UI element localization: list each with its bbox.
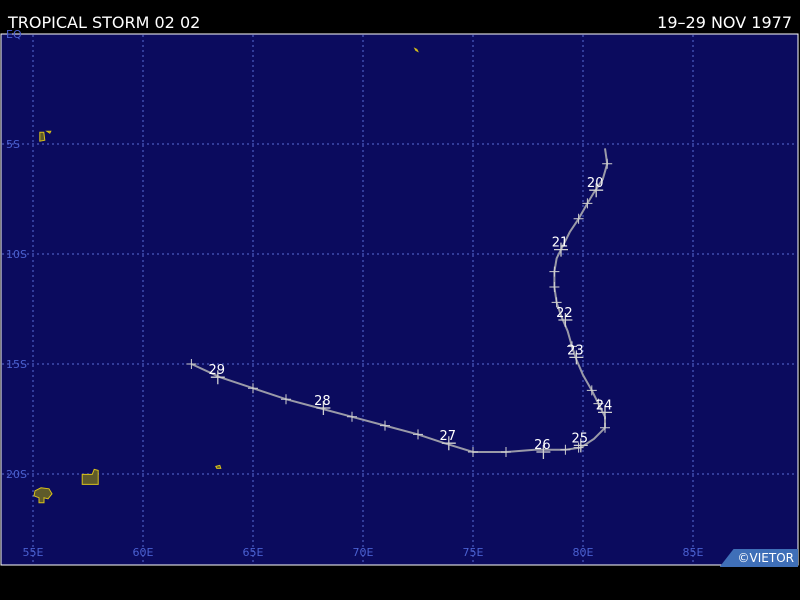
day-label: 24 <box>596 398 613 413</box>
day-label: 25 <box>572 431 589 446</box>
day-label: 22 <box>556 306 573 321</box>
lon-tick-label: 60E <box>133 546 154 559</box>
day-label: 29 <box>209 363 226 378</box>
track-map: 55E 60E 65E 70E 75E 80E 85E EQ 5S 10S 15S 20S 20 21 2… <box>0 28 799 566</box>
day-label: 28 <box>314 394 331 409</box>
lat-tick-label: 20S <box>6 468 27 481</box>
ocean <box>0 33 799 566</box>
lat-tick-label: 10S <box>6 248 27 261</box>
lon-tick-label: 65E <box>243 546 264 559</box>
day-label: 27 <box>440 429 457 444</box>
day-label: 23 <box>567 343 584 358</box>
lon-tick-label: 70E <box>353 546 374 559</box>
lat-tick-label: 15S <box>6 358 27 371</box>
lat-tick-label: EQ <box>6 28 22 41</box>
lon-tick-label: 80E <box>573 546 594 559</box>
day-label: 26 <box>534 438 551 453</box>
day-label: 20 <box>587 176 604 191</box>
lon-tick-label: 55E <box>23 546 44 559</box>
day-label: 21 <box>552 236 569 251</box>
lat-tick-label: 5S <box>6 138 20 151</box>
lon-tick-label: 85E <box>683 546 704 559</box>
lon-tick-label: 75E <box>463 546 484 559</box>
rodrigues-land <box>215 464 222 469</box>
